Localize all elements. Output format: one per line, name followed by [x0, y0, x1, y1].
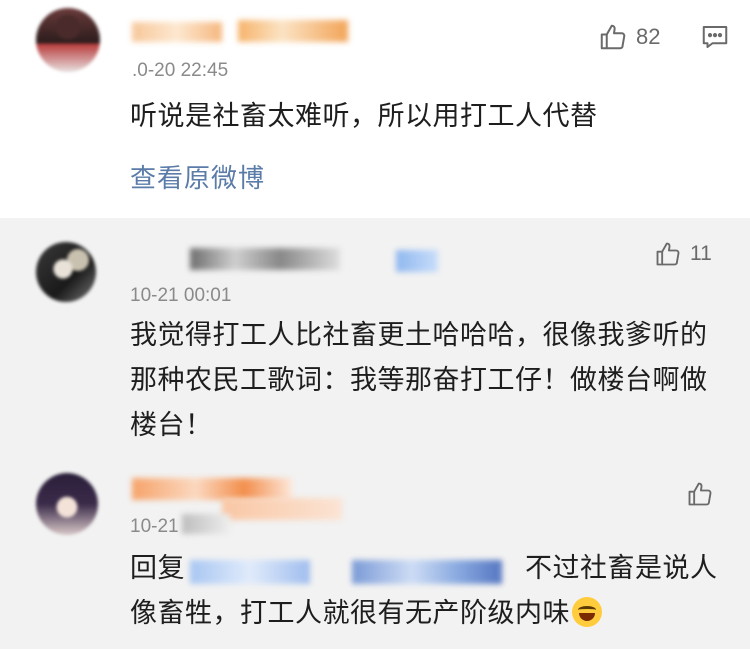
like-count: 82 [636, 24, 661, 49]
like-button[interactable] [686, 480, 714, 508]
username-badge-blurred [396, 250, 438, 272]
reply-body: 不过社畜是说人像畜牲，打工人就很有无产阶级内味 [130, 553, 718, 629]
comment-text: 听说是社畜太难听，所以用打工人代替 [130, 101, 598, 132]
view-original-link[interactable]: 查看原微博 [130, 158, 265, 195]
comment-icon[interactable] [700, 22, 730, 52]
comment-timestamp: 10-21 [130, 516, 179, 537]
thumbs-up-icon [688, 482, 712, 506]
thumbs-up-icon [656, 242, 680, 266]
avatar[interactable] [36, 8, 100, 72]
comment-text: 回复 不过社畜是说人像畜牲，打工人就很有无产阶级内味 [130, 546, 720, 636]
avatar[interactable] [36, 242, 96, 302]
username-badge-blurred [222, 498, 342, 520]
like-button[interactable]: 82 [598, 22, 660, 52]
comment-timestamp: .0-20 22:45 [132, 60, 229, 81]
like-count: 11 [690, 242, 712, 265]
username-blurred[interactable] [190, 248, 340, 270]
username-blurred[interactable] [132, 22, 222, 42]
comment-timestamp: 10-21 00:01 [130, 285, 232, 306]
comment-text: 我觉得打工人比社畜更土哈哈哈，很像我爹听的那种农民工歌词：我等那奋打工仔！做楼台… [130, 320, 708, 441]
laughing-tears-emoji [572, 597, 602, 627]
username-badge-blurred [238, 20, 348, 42]
thumbs-up-icon [600, 24, 626, 50]
avatar[interactable] [36, 473, 98, 535]
username-blurred[interactable] [132, 478, 292, 500]
like-button[interactable]: 11 [654, 240, 712, 268]
comment-1: .0-20 22:45 听说是社畜太难听，所以用打工人代替 查看原微博 82 [0, 0, 750, 218]
reply-prefix: 回复 [130, 553, 185, 584]
timestamp-blurred [182, 514, 230, 534]
